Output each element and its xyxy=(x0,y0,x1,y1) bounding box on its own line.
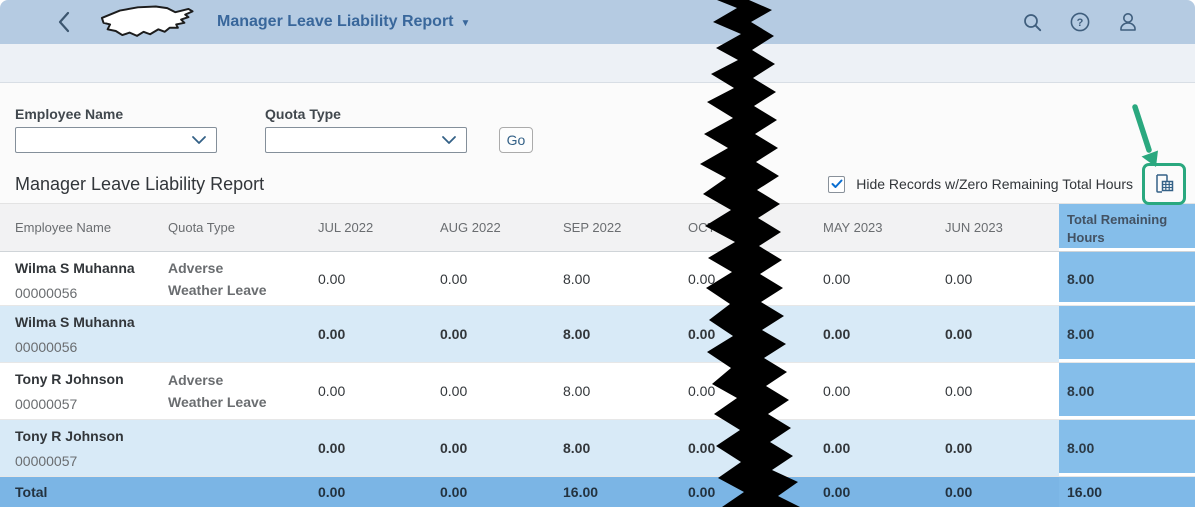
cell-total-remaining: 8.00 xyxy=(1059,306,1195,362)
cell-quota-type xyxy=(168,477,316,507)
cell-employee: Wilma S Muhanna 00000056 xyxy=(0,252,168,305)
svg-text:?: ? xyxy=(1077,17,1084,29)
cell-employee: Wilma S Muhanna 00000056 xyxy=(0,306,168,362)
table-row-subtotal: Tony R Johnson 00000057 0.00 0.00 8.00 0… xyxy=(0,420,1195,477)
employee-name: Tony R Johnson xyxy=(15,371,124,387)
cell-oct-2022: 0.00 xyxy=(688,383,716,399)
filter-bar: Employee Name Quota Type Go xyxy=(0,83,1195,153)
total-label: Total xyxy=(15,484,48,500)
cell-total-remaining: 8.00 xyxy=(1059,420,1195,476)
table-row: Tony R Johnson 00000057 Adverse Weather … xyxy=(0,363,1195,420)
column-header-aug-2022[interactable]: AUG 2022 xyxy=(438,204,561,251)
chevron-down-icon: ▼ xyxy=(460,17,471,29)
quota-type-filter-label: Quota Type xyxy=(265,106,341,122)
cell-may-2023: 0.00 xyxy=(823,326,851,342)
column-header-total-remaining-hours[interactable]: Total Remaining Hours xyxy=(1059,204,1195,251)
column-header-oct-2022[interactable]: OCT 2022 xyxy=(686,204,821,251)
column-header-sep-2022[interactable]: SEP 2022 xyxy=(561,204,686,251)
cell-sep-2022: 8.00 xyxy=(563,326,591,342)
cell-jul-2022: 0.00 xyxy=(318,270,346,287)
employee-id: 00000056 xyxy=(15,285,78,301)
cell-jul-2022: 0.00 xyxy=(318,484,346,500)
shell-sub-strip xyxy=(0,44,1195,83)
cell-quota-type: Adverse Weather Leave xyxy=(168,259,267,298)
app-title: Manager Leave Liability Report xyxy=(217,13,454,30)
chevron-down-icon xyxy=(442,136,456,144)
go-button[interactable]: Go xyxy=(499,127,533,153)
cell-jun-2023: 0.00 xyxy=(945,440,973,456)
employee-id: 00000056 xyxy=(15,339,78,355)
manager-leave-liability-report-app: Manager Leave Liability Report ▼ ? Emplo… xyxy=(0,0,1195,507)
checkmark-icon xyxy=(831,179,843,188)
employee-id: 00000057 xyxy=(15,453,78,469)
cell-total-remaining: 8.00 xyxy=(1059,252,1195,305)
cell-jun-2023: 0.00 xyxy=(945,270,973,287)
app-title-menu[interactable]: Manager Leave Liability Report ▼ xyxy=(217,13,470,31)
report-header: Manager Leave Liability Report Hide Reco… xyxy=(0,104,1195,205)
table-row: Wilma S Muhanna 00000056 Adverse Weather… xyxy=(0,252,1195,306)
user-icon[interactable] xyxy=(1118,12,1138,32)
cell-sep-2022: 16.00 xyxy=(563,484,599,500)
cell-sep-2022: 8.00 xyxy=(563,440,591,456)
column-header-quota-type[interactable]: Quota Type xyxy=(168,204,316,251)
export-to-spreadsheet-button[interactable] xyxy=(1142,163,1186,205)
cell-jul-2022: 0.00 xyxy=(318,440,346,456)
shell-header-bar: Manager Leave Liability Report ▼ ? xyxy=(0,0,1195,44)
table-header-row: Employee Name Quota Type JUL 2022 AUG 20… xyxy=(0,203,1195,252)
cell-aug-2022: 0.00 xyxy=(440,270,468,287)
hide-zero-checkbox-label: Hide Records w/Zero Remaining Total Hour… xyxy=(856,176,1133,192)
north-carolina-state-logo xyxy=(100,5,194,37)
cell-total-remaining: 8.00 xyxy=(1059,363,1195,419)
cell-sep-2022: 8.00 xyxy=(563,383,591,399)
cell-quota-type xyxy=(168,420,316,476)
column-header-employee-name[interactable]: Employee Name xyxy=(0,204,168,251)
cell-oct-2022: 0.00 xyxy=(688,270,716,287)
cell-may-2023: 0.00 xyxy=(823,440,851,456)
employee-name: Wilma S Muhanna xyxy=(15,314,135,330)
hide-zero-checkbox[interactable] xyxy=(828,175,846,193)
cell-quota-type: Adverse Weather Leave xyxy=(168,372,267,410)
cell-jul-2022: 0.00 xyxy=(318,326,346,342)
employee-name-select[interactable] xyxy=(15,127,217,153)
report-title: Manager Leave Liability Report xyxy=(15,173,265,194)
employee-id: 00000057 xyxy=(15,396,78,412)
cell-jun-2023: 0.00 xyxy=(945,326,973,342)
chevron-down-icon xyxy=(192,136,206,144)
quota-type-select[interactable] xyxy=(265,127,467,153)
table-total-row: Total 0.00 0.00 16.00 0.00 0.00 0.00 16.… xyxy=(0,477,1195,507)
column-header-jun-2023[interactable]: JUN 2023 xyxy=(943,204,1059,251)
cell-oct-2022: 0.00 xyxy=(688,484,716,500)
search-icon[interactable] xyxy=(1023,13,1042,32)
cell-sep-2022: 8.00 xyxy=(563,270,591,287)
cell-aug-2022: 0.00 xyxy=(440,383,468,399)
cell-oct-2022: 0.00 xyxy=(688,440,716,456)
employee-name: Wilma S Muhanna xyxy=(15,260,135,276)
cell-jun-2023: 0.00 xyxy=(945,383,973,399)
export-to-spreadsheet-icon xyxy=(1156,174,1174,193)
help-icon[interactable]: ? xyxy=(1070,12,1090,32)
cell-employee: Tony R Johnson 00000057 xyxy=(0,420,168,476)
cell-may-2023: 0.00 xyxy=(823,270,851,287)
cell-oct-2022: 0.00 xyxy=(688,326,716,342)
cell-aug-2022: 0.00 xyxy=(440,326,468,342)
back-button[interactable] xyxy=(57,11,71,33)
employee-name: Tony R Johnson xyxy=(15,428,124,444)
cell-employee: Tony R Johnson 00000057 xyxy=(0,363,168,419)
chevron-left-icon xyxy=(58,11,70,33)
cell-aug-2022: 0.00 xyxy=(440,440,468,456)
report-table: Employee Name Quota Type JUL 2022 AUG 20… xyxy=(0,203,1195,507)
cell-may-2023: 0.00 xyxy=(823,383,851,399)
cell-jun-2023: 0.00 xyxy=(945,484,973,500)
cell-total-remaining: 16.00 xyxy=(1059,477,1195,507)
cell-may-2023: 0.00 xyxy=(823,484,851,500)
table-row-subtotal: Wilma S Muhanna 00000056 0.00 0.00 8.00 … xyxy=(0,306,1195,363)
employee-name-filter-label: Employee Name xyxy=(15,106,124,122)
cell-jul-2022: 0.00 xyxy=(318,383,346,399)
cell-quota-type xyxy=(168,306,316,362)
column-header-may-2023[interactable]: MAY 2023 xyxy=(821,204,943,251)
column-header-jul-2022[interactable]: JUL 2022 xyxy=(316,204,438,251)
cell-aug-2022: 0.00 xyxy=(440,484,468,500)
